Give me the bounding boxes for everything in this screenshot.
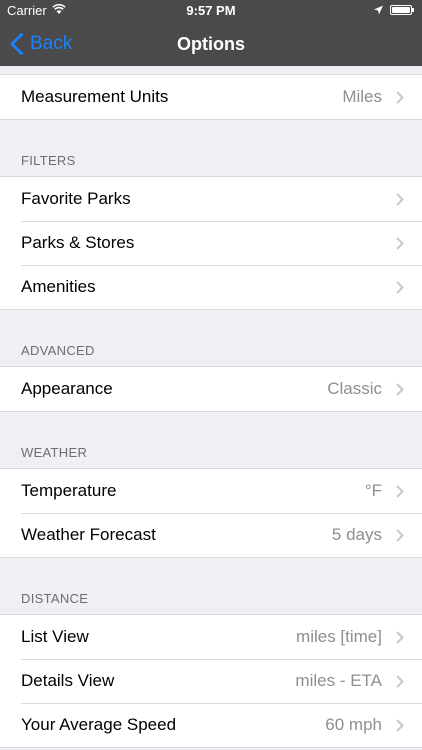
chevron-right-icon [396,91,404,104]
general-group: Measurement Units Miles [0,74,422,120]
amenities-row[interactable]: Amenities [0,265,422,309]
details-view-row[interactable]: Details View miles - ETA [0,659,422,703]
weather-group: Temperature °F Weather Forecast 5 days [0,468,422,558]
location-arrow-icon [374,5,383,15]
weather-forecast-row[interactable]: Weather Forecast 5 days [0,513,422,557]
row-label: Amenities [21,277,96,296]
chevron-right-icon [396,237,404,250]
battery-icon [390,5,414,15]
row-value: Miles [342,87,382,106]
section-header-weather: WEATHER [21,445,88,460]
row-value: 60 mph [325,715,382,734]
parks-stores-row[interactable]: Parks & Stores [0,221,422,265]
row-label: Appearance [21,379,113,398]
options-list: Measurement Units Miles FILTERS Favorite… [0,66,422,748]
status-bar: Carrier 9:57 PM [0,0,422,22]
favorite-parks-row[interactable]: Favorite Parks [0,177,422,221]
page-title: Options [177,34,245,54]
chevron-right-icon [396,281,404,294]
row-label: List View [21,627,89,646]
chevron-right-icon [396,485,404,498]
appearance-row[interactable]: Appearance Classic [0,367,422,411]
row-value: Classic [327,379,382,398]
row-label: Your Average Speed [21,715,177,734]
section-header-advanced: ADVANCED [21,343,95,358]
measurement-units-row[interactable]: Measurement Units Miles [0,75,422,119]
average-speed-row[interactable]: Your Average Speed 60 mph [0,703,422,747]
row-label: Details View [21,671,115,690]
chevron-right-icon [396,383,404,396]
row-value: 5 days [331,525,382,544]
chevron-right-icon [396,529,404,542]
row-label: Temperature [21,481,117,500]
advanced-group: Appearance Classic [0,366,422,412]
list-view-row[interactable]: List View miles [time] [0,615,422,659]
chevron-right-icon [396,675,404,688]
chevron-right-icon [396,719,404,732]
temperature-row[interactable]: Temperature °F [0,469,422,513]
filters-group: Favorite Parks Parks & Stores Amenities [0,176,422,310]
section-header-filters: FILTERS [21,153,76,168]
row-label: Favorite Parks [21,189,131,208]
row-value: °F [364,481,382,500]
row-value: miles [time] [296,627,382,646]
status-time: 9:57 PM [186,3,236,18]
row-label: Measurement Units [21,87,169,106]
row-label: Parks & Stores [21,233,135,252]
row-label: Weather Forecast [21,525,156,544]
chevron-right-icon [396,631,404,644]
navigation-bar: Back Options [0,22,422,66]
distance-group: List View miles [time] Details View mile… [0,614,422,748]
row-value: miles - ETA [295,671,382,690]
chevron-right-icon [396,193,404,206]
section-header-distance: DISTANCE [21,591,89,606]
